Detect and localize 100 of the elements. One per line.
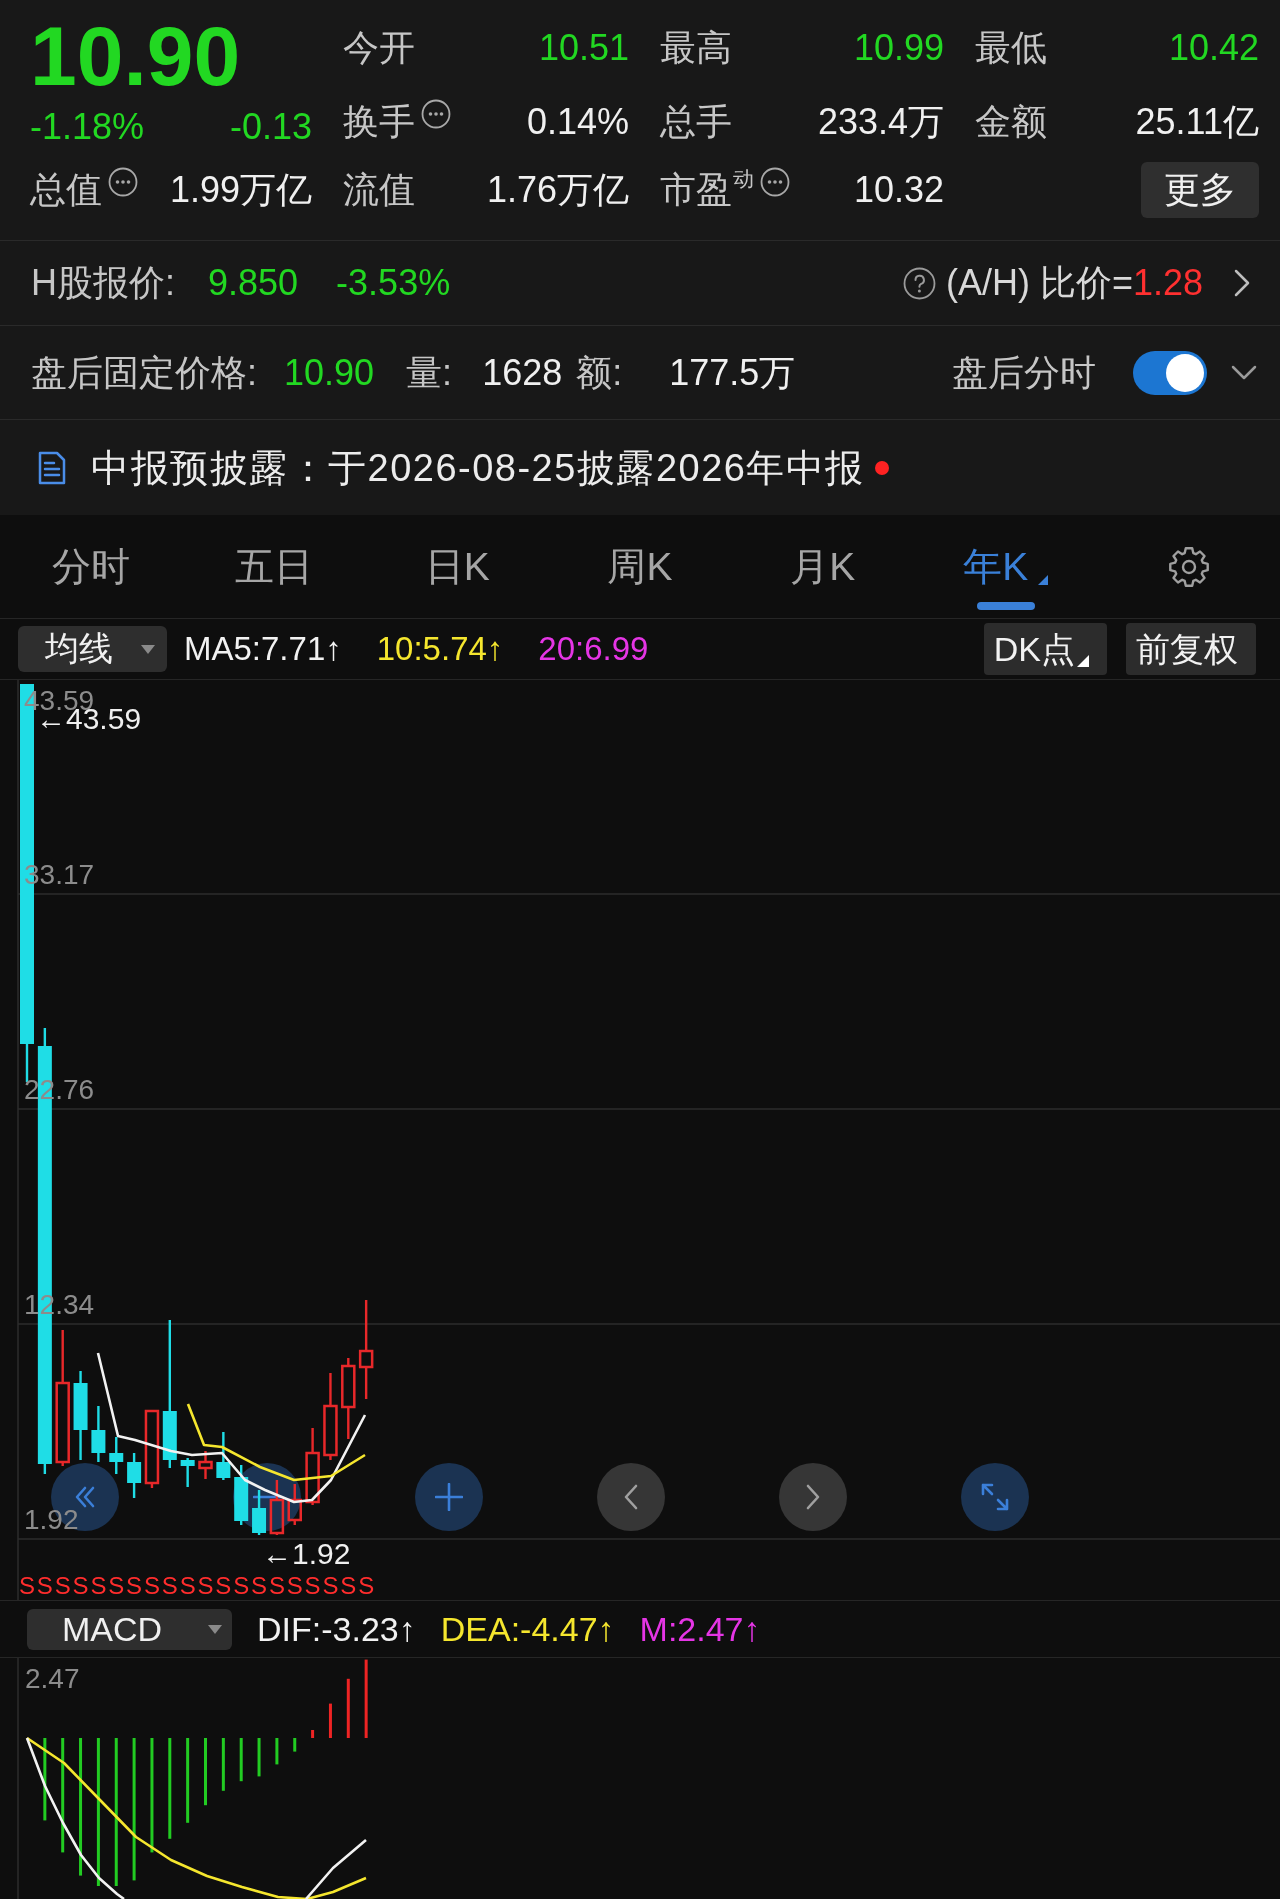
signal-marker: S <box>304 1572 321 1599</box>
period-tab[interactable]: 五日 <box>221 515 328 618</box>
stat-value: 0.14% <box>526 100 629 144</box>
stat-value: 1.99万亿 <box>169 168 312 212</box>
axis-label: 2.47 <box>25 1663 80 1694</box>
stat-label: 市盈$^{动}$ <box>660 168 754 212</box>
signal-marker: S <box>233 1572 250 1599</box>
signal-marker: S <box>215 1572 232 1599</box>
stat-value: 10.51 <box>538 26 629 70</box>
info-icon[interactable] <box>760 167 790 197</box>
stat-label: 总值 <box>30 168 102 212</box>
after-hours-label: 盘后固定价格: <box>31 350 257 395</box>
moving-average-value: 20:6.99 <box>538 630 649 668</box>
candle <box>180 1458 195 1487</box>
chevron-right-icon[interactable] <box>1234 269 1250 297</box>
signal-marker: S <box>108 1572 125 1599</box>
signal-marker: S <box>19 1572 35 1599</box>
stat-value: 10.32 <box>853 168 944 212</box>
chart-option-button[interactable]: 前复权 <box>1126 623 1256 675</box>
period-tab[interactable]: 日K <box>410 515 504 618</box>
signal-marker: S <box>36 1572 53 1599</box>
candle <box>91 1406 106 1462</box>
candle <box>252 1490 267 1535</box>
signal-marker: S <box>54 1572 71 1599</box>
period-tab[interactable]: 周K <box>593 515 687 618</box>
volume-label: 量: <box>406 350 453 395</box>
toggle-switch[interactable] <box>1133 350 1207 395</box>
signal-marker: S <box>251 1572 268 1599</box>
signal-marker: S <box>161 1572 178 1599</box>
signal-marker: S <box>143 1572 160 1599</box>
candle <box>216 1432 231 1480</box>
info-icon[interactable] <box>108 167 138 197</box>
histogram-bar <box>293 1738 297 1752</box>
notice-text[interactable]: 中报预披露：于2026-08-25披露2026年中报 <box>91 444 865 491</box>
candle <box>109 1437 124 1474</box>
stat-label: 最高 <box>660 26 732 70</box>
help-icon[interactable] <box>902 266 936 300</box>
caret-down-icon <box>141 644 155 654</box>
stat-value: 25.11亿 <box>1135 100 1259 144</box>
minus-icon <box>253 1495 281 1499</box>
amount-label: 额: <box>576 350 623 395</box>
histogram-bar <box>275 1738 279 1765</box>
signal-marker: S <box>340 1572 357 1599</box>
volume-value: 1628 <box>482 350 563 395</box>
signal-marker: S <box>286 1572 303 1599</box>
plus-icon <box>435 1483 463 1511</box>
period-tab[interactable]: 月K <box>776 515 870 618</box>
stat-value: 233.4万 <box>817 100 944 144</box>
indicator-dropdown[interactable]: MACD <box>27 1608 232 1650</box>
corner-triangle-icon <box>1038 575 1049 585</box>
candle <box>269 1480 285 1535</box>
signal-marker: S <box>126 1572 143 1599</box>
chevron-right-icon <box>806 1484 820 1510</box>
indicator-dropdown[interactable]: 均线 <box>18 626 167 672</box>
h-share-price: 9.850 <box>208 261 299 305</box>
signal-marker: S <box>197 1572 214 1599</box>
signal-marker: S <box>90 1572 107 1599</box>
chevron-down-icon[interactable] <box>1231 364 1257 381</box>
ah-ratio-label: (A/H) 比价= <box>945 261 1133 305</box>
settings-button[interactable] <box>1166 544 1211 589</box>
moving-average-value: MA5:7.71↑ <box>184 630 342 668</box>
period-tab[interactable]: 年K <box>949 515 1063 618</box>
signal-marker: S <box>268 1572 285 1599</box>
signal-marker: S <box>358 1572 375 1599</box>
stat-label: 金额 <box>975 100 1047 144</box>
info-icon[interactable] <box>421 99 451 129</box>
stat-value: 10.42 <box>1168 26 1259 70</box>
chart-option-button[interactable]: DK点 <box>983 623 1107 675</box>
histogram-bar <box>239 1738 243 1782</box>
h-share-label: H股报价: <box>31 261 175 305</box>
caret-down-icon <box>208 1624 222 1634</box>
candle <box>127 1453 142 1498</box>
macd-value: DEA:-4.47↑ <box>440 1609 615 1649</box>
signal-marker: S <box>179 1572 196 1599</box>
period-tab[interactable]: 分时 <box>38 515 145 618</box>
signal-marker: S <box>322 1572 339 1599</box>
more-button[interactable]: 更多 <box>1141 162 1259 218</box>
amount-value: 177.5万 <box>669 350 796 395</box>
histogram-bar <box>346 1678 350 1738</box>
last-price: 10.90 <box>30 20 242 88</box>
ah-ratio-value: 1.28 <box>1132 261 1203 305</box>
macd-value: M:2.47↑ <box>639 1609 761 1649</box>
histogram-bar <box>311 1730 315 1738</box>
change-amount: -0.13 <box>229 105 312 149</box>
macd-value: DIF:-3.23↑ <box>257 1609 416 1649</box>
candle <box>234 1465 249 1525</box>
candle <box>198 1451 213 1479</box>
histogram-bar <box>328 1703 332 1738</box>
stat-label: 换手 <box>343 100 415 144</box>
settings-icon <box>1166 544 1211 589</box>
document-icon <box>37 449 67 486</box>
histogram-bar <box>204 1738 207 1806</box>
histogram-bar <box>257 1738 261 1777</box>
stat-label: 最低 <box>975 26 1047 70</box>
moving-average-value: 10:5.74↑ <box>376 630 504 668</box>
axis-label: 1.92 <box>24 1504 79 1535</box>
toggle-label: 盘后分时 <box>952 350 1096 395</box>
stat-value: 1.76万亿 <box>486 168 629 212</box>
h-share-change: -3.53% <box>336 261 451 305</box>
selected-tab-indicator <box>976 602 1035 610</box>
